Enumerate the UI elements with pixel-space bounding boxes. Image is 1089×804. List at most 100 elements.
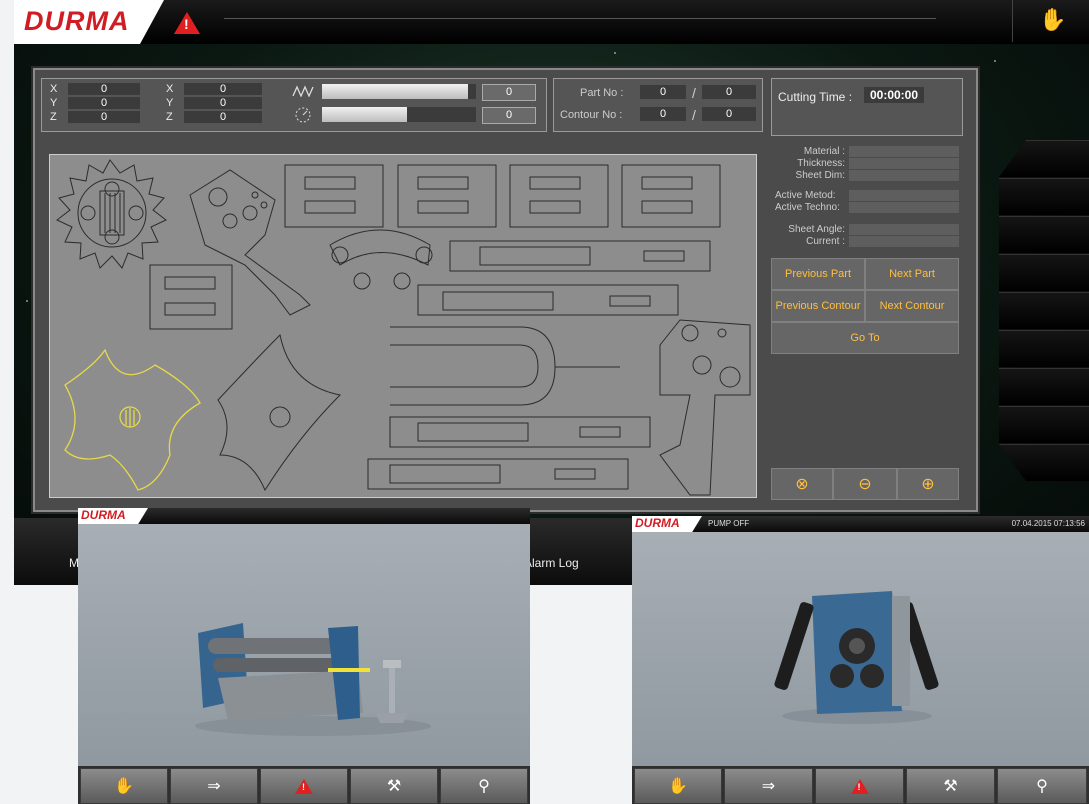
side-tab[interactable] [999,292,1089,329]
contour-separator: / [692,107,696,123]
side-tab[interactable] [999,330,1089,367]
warning-icon [295,778,313,794]
axis-value: 0 [68,97,140,109]
side-tab[interactable] [999,368,1089,405]
tools-button[interactable]: ⚒ [906,768,995,804]
zoom-fit-icon: ⊗ [795,476,809,493]
tools-icon: ⚒ [943,778,958,795]
warning-icon[interactable] [174,12,200,34]
axis-value: 0 [184,83,262,95]
nesting-drawing[interactable] [49,154,757,498]
zoom-fit-button[interactable]: ⊗ [771,468,833,500]
main-screen: DURMA ✋ X 0 Y 0 Z 0 X 0 Y 0 Z 0 0 [14,0,1089,585]
alarm-log-tab[interactable]: Alarm Log [524,556,579,570]
sheet-dim-field [849,170,959,181]
durma-logo: DURMA [81,508,126,522]
tools-button[interactable]: ⚒ [350,768,438,804]
zoom-in-icon: ⊕ [921,476,935,493]
roll-bending-machine-image [774,591,939,724]
previous-contour-button[interactable]: Previous Contour [771,290,865,322]
next-step-button[interactable]: ⇒ [724,768,813,804]
durma-logo: DURMA [635,516,680,530]
screen-toolbar: ✋ ⇒ ⚒ ⚲ [632,766,1089,804]
feed-value: 0 [482,84,536,101]
plate-roll-machine-image [195,623,431,736]
sheet-angle-field [849,224,959,235]
manual-mode-button[interactable]: ✋ [634,768,722,804]
speed-bar [322,107,476,122]
zoom-in-button[interactable]: ⊕ [897,468,959,500]
coordinate-box: X 0 Y 0 Z 0 X 0 Y 0 Z 0 0 0 [41,78,547,132]
tools-icon: ⚒ [386,778,402,795]
spinner-part [217,333,342,492]
part-no-label: Part No : [580,87,624,99]
axis-label: X [166,83,174,95]
arrow-right-icon: ⇒ [761,778,776,795]
alarm-button[interactable] [260,768,348,804]
sheet-dim-label: Sheet Dim: [795,170,845,181]
hand-icon: ✋ [1039,7,1067,32]
axis-label: Y [50,97,58,109]
side-tab[interactable] [999,254,1089,291]
roll-machine-screen-1: DURMA ✋ ⇒ ⚒ ⚲ [78,508,530,804]
go-to-button[interactable]: Go To [771,322,959,354]
cnc-panel: X 0 Y 0 Z 0 X 0 Y 0 Z 0 0 0 Part No : 0 … [33,68,978,512]
thickness-field [849,158,959,169]
manual-mode-button[interactable]: ✋ [1012,0,1089,42]
cutting-time-value: 00:00:00 [864,87,924,103]
contour-no-value: 0 [640,107,686,121]
side-tab[interactable] [999,140,1089,177]
search-icon: ⚲ [1036,778,1048,795]
gear-part [56,159,167,269]
selected-spinner-part [64,348,201,491]
datetime: 07.04.2015 07:13:56 [1011,519,1085,528]
current-label: Current : [806,236,845,247]
contour-total-value: 0 [702,107,756,121]
speed-bar-fill [322,107,407,122]
manual-mode-button[interactable]: ✋ [80,768,168,804]
search-button[interactable]: ⚲ [997,768,1087,804]
thickness-label: Thickness: [797,158,845,169]
active-techno-field [849,202,959,213]
previous-part-button[interactable]: Previous Part [771,258,865,290]
sheet-angle-label: Sheet Angle: [788,224,845,235]
screen-top-bar: DURMA PUMP OFF 07.04.2015 07:13:56 [632,516,1089,532]
search-button[interactable]: ⚲ [440,768,528,804]
zoom-out-button[interactable]: ⊖ [833,468,897,500]
feed-bar-fill [322,84,469,99]
feed-bar [322,84,476,99]
hand-icon: ✋ [114,778,134,795]
axis-value: 0 [68,111,140,123]
roll-machine-screen-2: DURMA PUMP OFF 07.04.2015 07:13:56 ✋ ⇒ ⚒… [632,516,1089,804]
next-step-button[interactable]: ⇒ [170,768,258,804]
alarm-button[interactable] [815,768,904,804]
right-tab-strip [999,140,1089,481]
axis-label: Z [50,111,57,123]
axis-value: 0 [184,111,262,123]
side-tab[interactable] [999,406,1089,443]
screen-top-bar: DURMA [78,508,530,524]
active-techno-label: Active Techno: [775,202,840,213]
zoom-out-icon: ⊖ [858,476,872,493]
sheet-parts [56,159,751,496]
side-tab[interactable] [999,444,1089,481]
speed-gauge-icon [295,107,311,123]
next-contour-button[interactable]: Next Contour [865,290,959,322]
material-field [849,146,959,157]
side-tab[interactable] [999,178,1089,215]
warning-icon [850,778,869,794]
side-tab[interactable] [999,216,1089,253]
pump-status: PUMP OFF [708,519,750,528]
next-part-button[interactable]: Next Part [865,258,959,290]
axis-label: X [50,83,58,95]
feed-wave-icon [292,85,314,97]
info-box: Material : Thickness: Sheet Dim: Active … [771,144,961,252]
speed-value: 0 [482,107,536,124]
arrow-right-icon: ⇒ [207,778,221,795]
search-icon: ⚲ [478,778,490,795]
active-metod-field [849,190,959,201]
top-divider [224,18,936,19]
material-label: Material : [803,146,845,157]
hand-icon: ✋ [668,778,688,795]
part-no-value: 0 [640,85,686,99]
